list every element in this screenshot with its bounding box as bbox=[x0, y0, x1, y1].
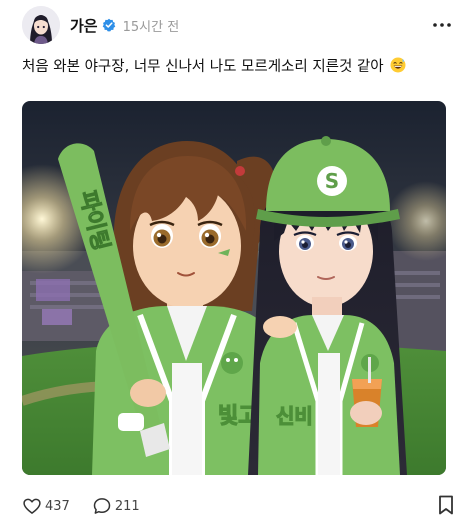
post-header: 가은 15시간 전 bbox=[22, 6, 452, 44]
heart-icon bbox=[23, 498, 41, 514]
post-actions: 437 211 bbox=[22, 494, 454, 518]
post-caption: 처음 와본 야구장, 너무 신나서 나도 모르게소리 지른것 같아 bbox=[22, 57, 462, 77]
post-timestamp: 15시간 전 bbox=[122, 19, 180, 35]
avatar[interactable] bbox=[22, 6, 60, 44]
author-name[interactable]: 가은 bbox=[70, 15, 98, 36]
caption-text: 처음 와본 야구장, 너무 신나서 나도 모르게소리 지른것 같아 bbox=[22, 59, 384, 75]
verified-badge-icon bbox=[102, 18, 115, 32]
like-count: 437 bbox=[45, 498, 70, 514]
comment-bubble-icon bbox=[93, 498, 111, 514]
like-button[interactable]: 437 bbox=[22, 496, 70, 516]
comment-button[interactable]: 211 bbox=[92, 496, 140, 516]
grinning-sweat-emoji-icon bbox=[390, 57, 406, 73]
more-dots-icon[interactable] bbox=[432, 18, 452, 32]
bookmark-icon[interactable] bbox=[438, 495, 454, 515]
jersey-right-text: 신비 bbox=[276, 404, 313, 428]
comment-count: 211 bbox=[114, 498, 140, 514]
post-image[interactable]: 빛고 파이팅 S 신비 bbox=[22, 101, 446, 475]
cap-logo: S bbox=[325, 169, 339, 193]
stadium-illustration: 빛고 파이팅 S 신비 bbox=[22, 101, 446, 475]
